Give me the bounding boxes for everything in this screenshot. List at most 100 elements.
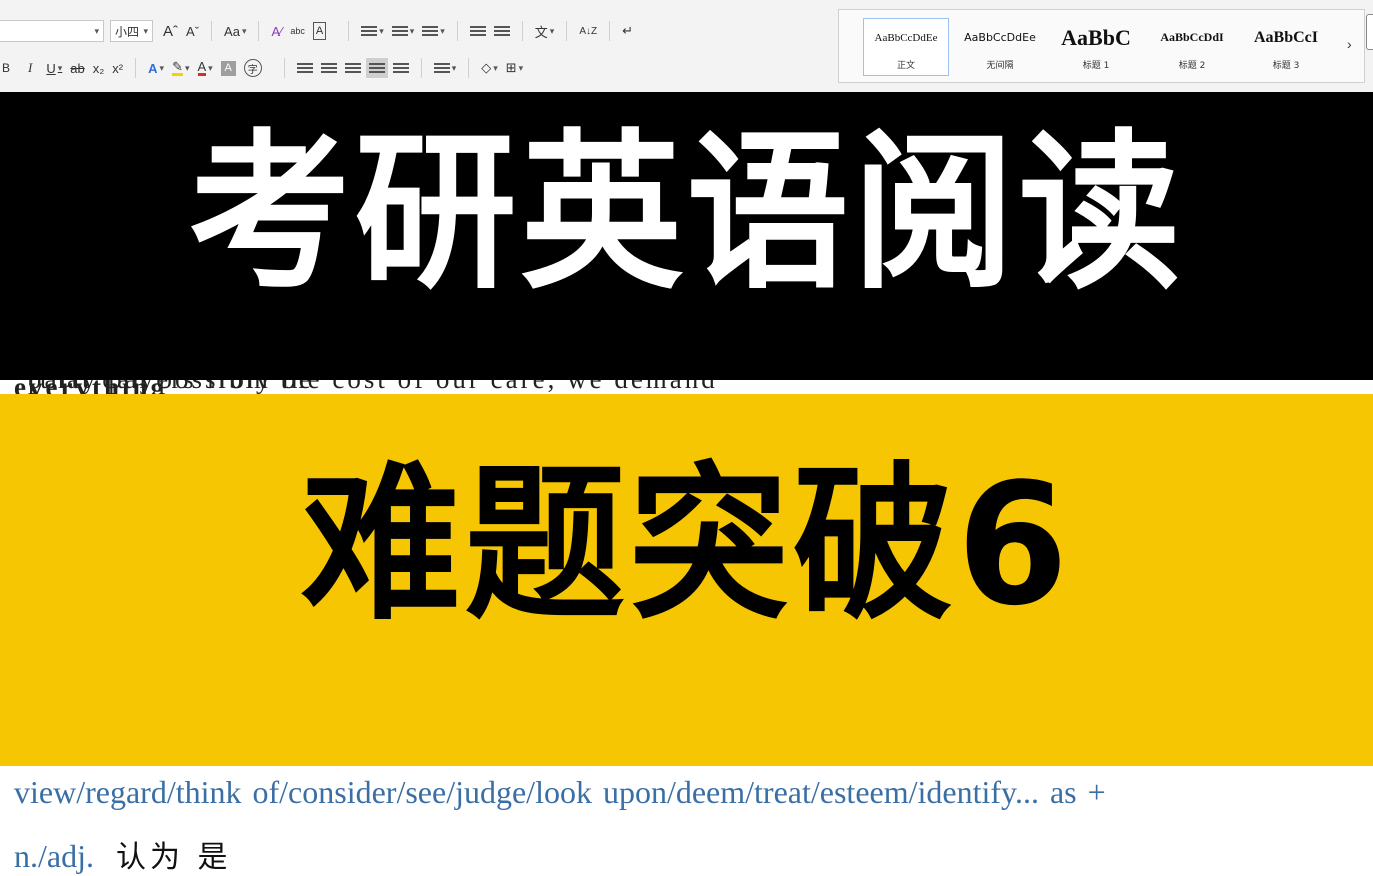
style-caption: 正文 bbox=[896, 60, 915, 71]
align-right-button[interactable] bbox=[341, 56, 365, 80]
style-sample: AaBbCcDdI bbox=[1160, 30, 1224, 44]
char-border-label: A bbox=[312, 22, 327, 40]
separator bbox=[348, 21, 350, 41]
chevron-down-icon: ▾ bbox=[94, 25, 99, 36]
paint-bucket-icon: ◇ bbox=[481, 60, 492, 75]
shading-button[interactable]: ◇ ▾ bbox=[477, 56, 502, 80]
align-right-icon bbox=[344, 61, 361, 75]
style-sample: AaBbCcI bbox=[1253, 28, 1318, 46]
separator bbox=[135, 58, 137, 78]
asian-layout-button[interactable]: 文 ▾ bbox=[531, 19, 559, 43]
separator bbox=[420, 58, 422, 78]
justify-icon bbox=[365, 58, 388, 78]
style-heading-2[interactable]: AaBbCcDdI 标题 2 bbox=[1149, 18, 1235, 76]
justify-button[interactable] bbox=[365, 56, 389, 80]
bullet-list-icon bbox=[361, 24, 378, 38]
decrease-indent-button[interactable] bbox=[466, 19, 490, 43]
bold-button[interactable]: B bbox=[0, 56, 14, 80]
chevron-down-icon: ▾ bbox=[159, 62, 165, 73]
separator bbox=[609, 21, 611, 41]
text-effects-button[interactable]: A ▾ bbox=[144, 56, 168, 80]
borders-icon: ⊞ bbox=[505, 60, 517, 75]
style-caption: 无间隔 bbox=[986, 60, 1014, 71]
font-color-button[interactable]: A ▾ bbox=[194, 56, 217, 80]
chevron-down-icon: ▾ bbox=[493, 62, 498, 73]
style-normal[interactable]: AaBbCcDdEe 正文 bbox=[863, 18, 949, 76]
show-formatting-marks-button[interactable]: ↵ bbox=[618, 19, 637, 43]
strikethrough-button[interactable]: ab bbox=[66, 56, 88, 80]
style-sample: AaBbCcDdEe bbox=[874, 31, 938, 44]
font-size-value: 小四 bbox=[115, 24, 140, 39]
italic-button[interactable]: I bbox=[24, 56, 36, 80]
style-caption: 标题 3 bbox=[1272, 60, 1300, 71]
underline-button[interactable]: U ▾ bbox=[42, 56, 66, 80]
superscript-button[interactable]: x² bbox=[108, 56, 127, 80]
style-heading-1[interactable]: AaBbC 标题 1 bbox=[1053, 18, 1139, 76]
character-shading-button[interactable]: A bbox=[217, 56, 240, 80]
character-border-button[interactable]: A bbox=[309, 19, 330, 43]
document-text-strip: party payers from the cost of our care, … bbox=[0, 380, 1373, 394]
chevron-down-icon: ▾ bbox=[518, 62, 524, 73]
highlight-button[interactable]: ✎ ▾ bbox=[168, 56, 193, 80]
numbering-button[interactable]: ▾ bbox=[388, 19, 419, 43]
separator bbox=[521, 21, 523, 41]
distributed-icon bbox=[392, 61, 409, 75]
separator bbox=[211, 21, 213, 41]
align-left-button[interactable] bbox=[293, 56, 317, 80]
highlighter-icon: ✎ bbox=[172, 58, 183, 76]
change-case-button[interactable]: Aa ▾ bbox=[220, 19, 250, 43]
chevron-down-icon: ▾ bbox=[440, 25, 445, 36]
chevron-down-icon: ▾ bbox=[184, 62, 190, 73]
enclose-characters-button[interactable]: 字 bbox=[240, 56, 266, 80]
separator bbox=[283, 58, 285, 78]
distributed-button[interactable] bbox=[389, 56, 413, 80]
chevron-down-icon: ▾ bbox=[379, 25, 384, 36]
clear-format-icon[interactable]: A⁄ bbox=[267, 19, 286, 43]
sort-button[interactable]: A↓Z bbox=[575, 19, 601, 43]
chevron-right-icon[interactable]: › bbox=[1347, 36, 1352, 52]
align-center-button[interactable] bbox=[317, 56, 341, 80]
increase-indent-button[interactable] bbox=[490, 19, 514, 43]
separator bbox=[456, 21, 458, 41]
line-spacing-icon bbox=[433, 61, 450, 75]
line-spacing-button[interactable]: ▾ bbox=[430, 56, 461, 80]
grow-font-button[interactable]: Aˆ bbox=[159, 19, 182, 43]
shrink-font-button[interactable]: Aˇ bbox=[182, 19, 203, 43]
chevron-down-icon: ▾ bbox=[57, 62, 63, 73]
document-line-2-text: n./adj. bbox=[14, 838, 94, 874]
style-caption: 标题 2 bbox=[1178, 60, 1206, 71]
style-sample: AaBbCcDdEe bbox=[964, 31, 1036, 44]
document-line-2: n./adj. 认为 是 bbox=[14, 832, 232, 876]
text-effect-label: A bbox=[148, 60, 158, 76]
ribbon-toolbar: ▾ 小四 ▾ Aˆ Aˇ Aa ▾ A⁄ abc A ▾ ▾ ▾ 文 ▾ A↓Z ↵… bbox=[0, 0, 1373, 93]
chevron-down-icon: ▾ bbox=[241, 25, 247, 36]
separator bbox=[258, 21, 260, 41]
chevron-down-icon: ▾ bbox=[549, 25, 555, 36]
style-sample: AaBbC bbox=[1061, 24, 1131, 50]
align-left-icon bbox=[296, 61, 313, 75]
style-heading-3[interactable]: AaBbCcI 标题 3 bbox=[1243, 18, 1329, 76]
phonetic-guide-icon[interactable]: abc bbox=[286, 19, 309, 43]
multilevel-list-button[interactable]: ▾ bbox=[418, 19, 449, 43]
borders-button[interactable]: ⊞ ▾ bbox=[502, 56, 527, 80]
chevron-down-icon: ▾ bbox=[409, 25, 415, 36]
chevron-down-icon: ▾ bbox=[141, 25, 149, 36]
decrease-indent-icon bbox=[469, 24, 486, 38]
font-size-select[interactable]: 小四 ▾ bbox=[110, 20, 154, 42]
bullets-button[interactable]: ▾ bbox=[357, 19, 388, 43]
style-no-spacing[interactable]: AaBbCcDdEe 无间隔 bbox=[957, 18, 1043, 76]
styles-pane-button[interactable] bbox=[1366, 14, 1373, 50]
styles-gallery: AaBbCcDdEe 正文 AaBbCcDdEe 无间隔 AaBbC 标题 1 … bbox=[838, 9, 1365, 83]
banner-title-bottom: 难题突破6 bbox=[300, 446, 1073, 643]
banner-title-top: 考研英语阅读 bbox=[188, 115, 1185, 313]
asian-layout-icon: 文 bbox=[534, 24, 548, 40]
subscript-button[interactable]: x₂ bbox=[89, 56, 109, 80]
ribbon-row-1: ▾ 小四 ▾ Aˆ Aˇ Aa ▾ A⁄ abc A ▾ ▾ ▾ 文 ▾ A↓Z ↵ bbox=[0, 17, 637, 45]
font-family-select[interactable]: ▾ bbox=[0, 20, 104, 42]
style-caption: 标题 1 bbox=[1082, 60, 1110, 71]
document-line-1: view/regard/think of/consider/see/judge/… bbox=[14, 774, 1106, 810]
numbered-list-icon bbox=[391, 24, 408, 38]
ribbon-row-2: B I U ▾ ab x₂ x² A ▾ ✎ ▾ A ▾ A 字 ▾ ◇ ▾ ⊞ ▾ bbox=[0, 54, 527, 82]
chevron-down-icon: ▾ bbox=[451, 62, 457, 73]
chevron-down-icon: ▾ bbox=[208, 62, 213, 73]
